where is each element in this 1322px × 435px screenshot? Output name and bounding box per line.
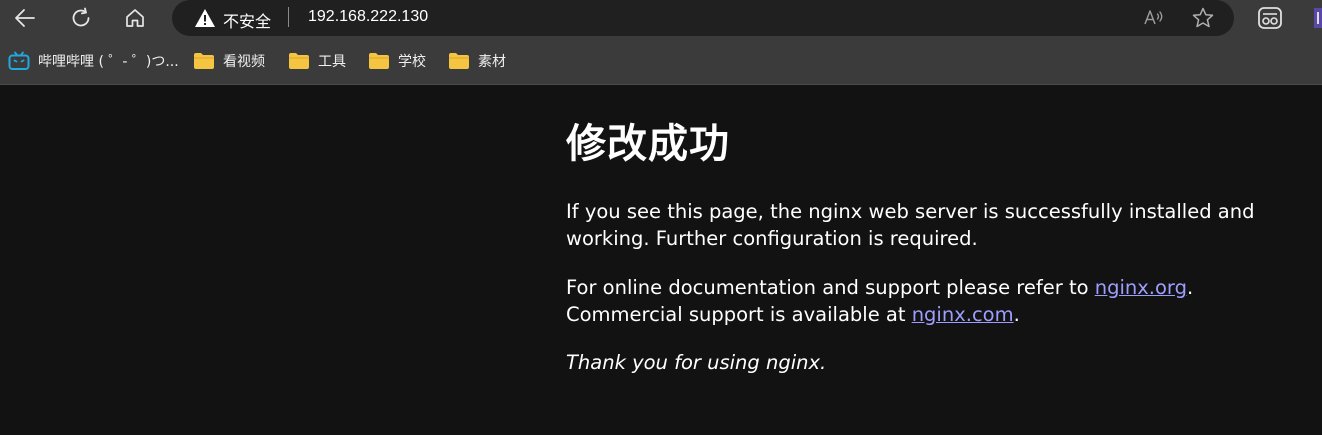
read-aloud-icon[interactable] [1142, 6, 1166, 30]
thanks-text: Thank you for using nginx. [566, 351, 827, 374]
refresh-icon [72, 7, 90, 27]
folder-icon [193, 52, 215, 70]
intro-paragraph: If you see this page, the nginx web serv… [566, 200, 1255, 250]
nginx-com-link[interactable]: nginx.com [912, 303, 1014, 326]
folder-icon [448, 52, 470, 70]
back-arrow-icon [15, 9, 35, 27]
url-text[interactable]: 192.168.222.130 [308, 8, 428, 26]
commercial-text: Commercial support is available at [566, 303, 912, 326]
folder-icon [368, 52, 390, 70]
bookmark-folder-school[interactable]: 学校 [368, 50, 426, 72]
bookmark-bilibili[interactable]: 哔哩哔哩 ( ゜- ゜)つ... [8, 50, 179, 72]
security-status-label[interactable]: 不安全 [223, 8, 271, 32]
page-title: 修改成功 [566, 121, 730, 167]
back-button[interactable] [7, 2, 43, 34]
bookmark-folder-materials[interactable]: 素材 [448, 50, 506, 72]
commercial-punct: . [1013, 303, 1020, 326]
extension-edge-icon[interactable] [1314, 8, 1322, 28]
home-button[interactable] [117, 2, 153, 34]
address-separator [288, 7, 289, 27]
bookmark-label: 素材 [478, 54, 506, 70]
home-icon [126, 9, 144, 27]
warning-icon[interactable] [194, 7, 216, 29]
bookmark-folder-tools[interactable]: 工具 [288, 50, 346, 72]
bookmark-label: 学校 [398, 54, 426, 70]
bookmark-label: 看视频 [223, 54, 265, 70]
bookmark-folder-videos[interactable]: 看视频 [193, 50, 265, 72]
bookmark-label: 工具 [318, 54, 346, 70]
extension-icon [1258, 7, 1282, 29]
extension-button[interactable] [1256, 4, 1284, 36]
bookmark-label: 哔哩哔哩 ( ゜- ゜)つ... [38, 54, 179, 70]
browser-toolbar: 不安全 192.168.222.130 [0, 0, 1322, 38]
bookmarks-bar: 哔哩哔哩 ( ゜- ゜)つ... 看视频 工具 学校 素材 [0, 38, 1322, 85]
support-paragraph: For online documentation and support ple… [566, 274, 1286, 328]
support-punct: . [1186, 276, 1194, 299]
address-bar[interactable]: 不安全 192.168.222.130 [172, 0, 1234, 36]
bilibili-icon [8, 51, 30, 70]
nginx-org-link[interactable]: nginx.org [1095, 276, 1187, 299]
folder-icon [288, 52, 310, 70]
star-icon[interactable] [1191, 6, 1215, 30]
support-text: For online documentation and support ple… [566, 276, 1095, 299]
refresh-button[interactable] [63, 2, 99, 34]
page-content: 修改成功 If you see this page, the nginx web… [566, 84, 1286, 376]
